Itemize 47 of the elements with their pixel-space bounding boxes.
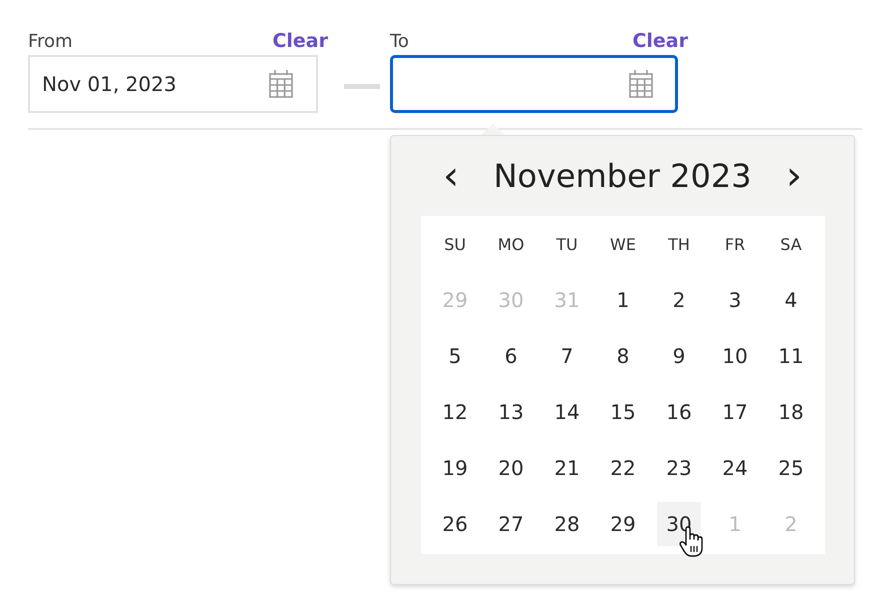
day-cell[interactable]: 1 — [601, 278, 645, 322]
previous-month-button[interactable]: ‹ — [439, 156, 463, 196]
day-cell[interactable]: 25 — [769, 446, 813, 490]
day-cell[interactable]: 27 — [489, 502, 533, 546]
date-field[interactable]: Nov 01, 2023 — [28, 55, 318, 113]
day-cell[interactable]: 3 — [713, 278, 757, 322]
day-cell[interactable]: 11 — [769, 334, 813, 378]
weekday-label: SU — [443, 234, 467, 256]
next-month-button[interactable]: › — [782, 156, 806, 196]
day-cell[interactable]: 9 — [657, 334, 701, 378]
day-cell[interactable]: 28 — [545, 502, 589, 546]
day-cell[interactable]: 21 — [545, 446, 589, 490]
day-cell[interactable]: 15 — [601, 390, 645, 434]
field-label: From — [28, 31, 73, 52]
day-cell[interactable]: 16 — [657, 390, 701, 434]
day-cell[interactable]: 29 — [601, 502, 645, 546]
weekday-label: TH — [667, 234, 691, 256]
day-cell[interactable]: 13 — [489, 390, 533, 434]
weekday-label: SA — [779, 234, 803, 256]
day-cell[interactable]: 12 — [433, 390, 477, 434]
day-cell[interactable]: 20 — [489, 446, 533, 490]
weekday-label: FR — [724, 234, 746, 256]
day-cell[interactable]: 10 — [713, 334, 757, 378]
day-cell[interactable]: 17 — [713, 390, 757, 434]
clear-link[interactable]: Clear — [632, 30, 688, 52]
field-label: To — [390, 31, 409, 52]
day-cell[interactable]: 19 — [433, 446, 477, 490]
day-cell[interactable]: 18 — [769, 390, 813, 434]
day-cell[interactable]: 8 — [601, 334, 645, 378]
day-cell[interactable]: 6 — [489, 334, 533, 378]
day-cell[interactable]: 22 — [601, 446, 645, 490]
calendar-icon[interactable] — [268, 69, 294, 99]
day-cell[interactable]: 7 — [545, 334, 589, 378]
day-cell[interactable]: 14 — [545, 390, 589, 434]
clear-link[interactable]: Clear — [272, 30, 328, 52]
day-cell[interactable]: 26 — [433, 502, 477, 546]
weekday-label: TU — [555, 234, 579, 256]
day-cell[interactable]: 23 — [657, 446, 701, 490]
date-field[interactable] — [390, 55, 678, 113]
day-cell[interactable]: 2 — [657, 278, 701, 322]
weekday-label: WE — [609, 234, 637, 256]
month-title: November 2023 — [493, 157, 752, 195]
day-cell[interactable]: 5 — [433, 334, 477, 378]
day-cell[interactable]: 24 — [713, 446, 757, 490]
day-cell[interactable]: 4 — [769, 278, 813, 322]
calendar-icon[interactable] — [628, 69, 654, 99]
weekday-label: MO — [496, 234, 526, 256]
